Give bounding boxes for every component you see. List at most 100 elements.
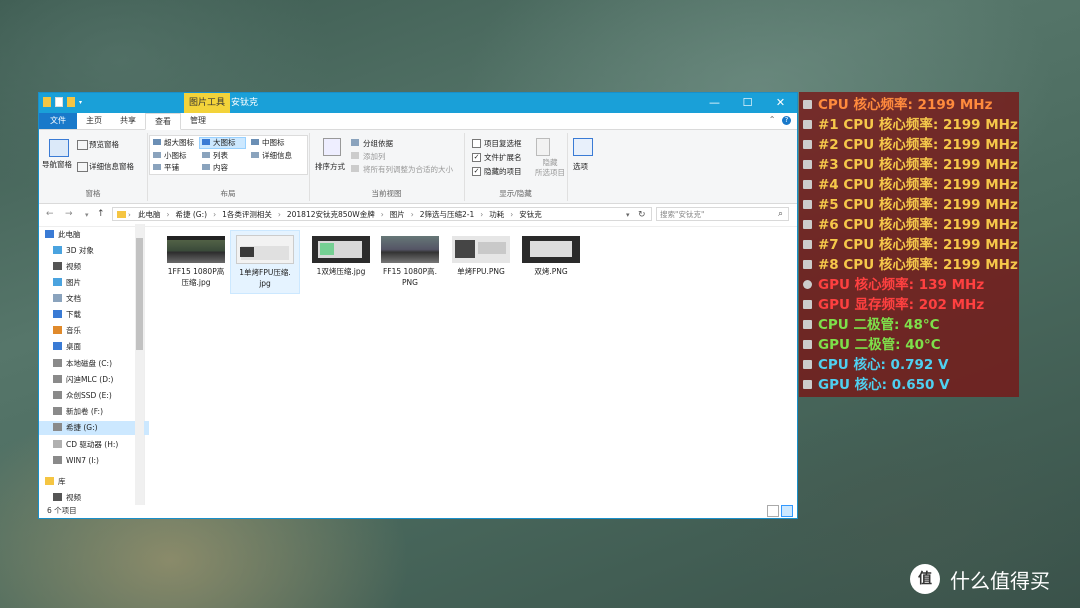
- image-thumbnail: [452, 236, 510, 263]
- sidebar-item[interactable]: 桌面: [39, 340, 149, 354]
- properties-icon[interactable]: [55, 97, 63, 107]
- sidebar-item-label: 桌面: [66, 342, 81, 351]
- sidebar-item[interactable]: 视频: [39, 260, 149, 274]
- sidebar-item[interactable]: 此电脑: [39, 228, 141, 242]
- hide-selected-button[interactable]: 隐藏 所选项目: [535, 158, 565, 178]
- file-item[interactable]: FF15 1080P高. PNG: [376, 232, 444, 288]
- chevron-up-icon[interactable]: ⌃: [769, 115, 776, 124]
- layout-gallery: 超大图标 大图标 中图标 小图标 列表 详细信息 平铺 内容: [149, 135, 308, 175]
- fit-columns-button[interactable]: 将所有列调整为合适的大小: [363, 164, 453, 175]
- group-by-button[interactable]: 分组依据: [363, 138, 393, 149]
- close-button[interactable]: ✕: [764, 93, 797, 113]
- status-bar: 6 个项目: [39, 503, 797, 518]
- forward-arrow-icon[interactable]: →: [65, 209, 73, 219]
- sidebar-item[interactable]: 闪迪MLC (D:): [39, 373, 149, 387]
- tab-home[interactable]: 主页: [77, 113, 111, 129]
- file-item[interactable]: 1双烤压缩.jpg: [307, 232, 375, 277]
- tab-file[interactable]: 文件: [39, 113, 77, 129]
- layout-tiles[interactable]: 平铺: [164, 162, 179, 173]
- crumb-filtered[interactable]: 2筛选与压缩2-1: [417, 208, 478, 222]
- sidebar-item[interactable]: CD 驱动器 (H:): [39, 438, 149, 452]
- sidebar-item[interactable]: 希捷 (G:): [39, 421, 149, 435]
- layout-extra-large-icons[interactable]: 超大图标: [164, 137, 194, 148]
- voltage-icon: [803, 380, 812, 389]
- current-view-group: 排序方式 分组依据 添加列 将所有列调整为合适的大小 当前视图: [309, 133, 465, 201]
- sidebar-item[interactable]: 图片: [39, 276, 149, 290]
- address-bar[interactable]: › 此电脑 › 希捷 (G:) › 1各类评测相关 › 201812安钛克850W金牌…: [112, 207, 652, 221]
- osd-text: GPU 核心: 0.650 V: [818, 377, 950, 393]
- crumb-pictures[interactable]: 图片: [387, 208, 408, 222]
- context-tab-picture-tools[interactable]: 图片工具: [184, 93, 231, 113]
- layout-details[interactable]: 详细信息: [262, 150, 292, 161]
- sidebar-item[interactable]: 本地磁盘 (C:): [39, 357, 149, 371]
- refresh-icon[interactable]: ↻: [638, 208, 646, 222]
- back-arrow-icon[interactable]: ←: [46, 209, 54, 219]
- tab-manage[interactable]: 管理: [181, 113, 215, 129]
- show-hide-group: 项目复选框 ✓ 文件扩展名 ✓ 隐藏的项目 隐藏 所选项目 显示/隐藏: [464, 133, 568, 201]
- search-input[interactable]: 搜索"安钛克" ⌕: [656, 207, 789, 221]
- preview-pane-button[interactable]: 预览窗格: [89, 139, 119, 150]
- item-checkbox-label: 项目复选框: [484, 139, 522, 148]
- add-column-button[interactable]: 添加列: [363, 151, 386, 162]
- chevron-right-icon: ›: [510, 210, 514, 219]
- sidebar-item[interactable]: 3D 对象: [39, 244, 149, 258]
- drive-icon: [53, 391, 62, 399]
- layout-small-icons[interactable]: 小图标: [164, 150, 187, 161]
- help-icon[interactable]: ?: [782, 116, 791, 125]
- crumb-reviews[interactable]: 1各类评测相关: [219, 208, 275, 222]
- watermark: 值 什么值得买: [910, 564, 1050, 594]
- maximize-button[interactable]: ☐: [731, 93, 764, 113]
- crumb-antec[interactable]: 安钛克: [516, 208, 545, 222]
- navigation-pane-button[interactable]: 导航窗格: [42, 159, 72, 170]
- small-icons-icon: [153, 152, 161, 158]
- details-pane-button[interactable]: 详细信息窗格: [89, 161, 134, 172]
- chevron-down-icon[interactable]: ▾: [79, 99, 85, 106]
- crumb-power[interactable]: 功耗: [486, 208, 507, 222]
- breadcrumb: 此电脑 › 希捷 (G:) › 1各类评测相关 › 201812安钛克850W金牌 › …: [135, 208, 545, 222]
- file-extension-toggle[interactable]: ✓: [472, 153, 481, 162]
- crumb-antec-850w[interactable]: 201812安钛克850W金牌: [284, 208, 378, 222]
- layout-medium-icons[interactable]: 中图标: [262, 137, 285, 148]
- address-dropdown-icon[interactable]: ▾: [626, 208, 630, 222]
- sort-by-button[interactable]: 排序方式: [315, 161, 345, 172]
- preview-pane-icon: [77, 140, 88, 150]
- hidden-items-toggle[interactable]: ✓: [472, 167, 481, 176]
- sidebar-item-label: 音乐: [66, 326, 81, 335]
- sidebar-item-label: 3D 对象: [66, 246, 94, 255]
- scrollbar-thumb[interactable]: [136, 238, 143, 350]
- group-by-icon: [351, 139, 359, 146]
- crumb-drive-g[interactable]: 希捷 (G:): [173, 208, 211, 222]
- tab-view[interactable]: 查看: [145, 113, 181, 130]
- new-folder-icon[interactable]: [67, 97, 75, 107]
- file-item-selected[interactable]: 1单烤FPU压缩. jpg: [230, 230, 300, 294]
- item-checkbox-toggle[interactable]: [472, 139, 481, 148]
- add-column-icon: [351, 152, 359, 159]
- folder-icon[interactable]: [43, 97, 51, 107]
- sidebar-item[interactable]: 音乐: [39, 324, 149, 338]
- sidebar-item[interactable]: 库: [39, 475, 141, 489]
- file-item[interactable]: 单烤FPU.PNG: [447, 232, 515, 277]
- nav-scrollbar[interactable]: [135, 224, 144, 505]
- large-icons-view-button[interactable]: [781, 505, 793, 517]
- file-explorer-window: ▾ 图片工具 安钛克 — ☐ ✕ 文件 主页 共享 查看 管理 ⌃ ? 导航窗格…: [38, 92, 798, 519]
- layout-content[interactable]: 内容: [213, 162, 228, 173]
- navigation-pane: 此电脑 3D 对象视频图片文档下载音乐桌面本地磁盘 (C:) 闪迪MLC (D:) 众…: [39, 224, 149, 505]
- crumb-this-pc[interactable]: 此电脑: [135, 208, 164, 222]
- sidebar-item[interactable]: 下载: [39, 308, 149, 322]
- details-view-button[interactable]: [767, 505, 779, 517]
- layout-large-icons[interactable]: 大图标: [213, 137, 236, 148]
- file-name: 单烤FPU.PNG: [457, 267, 505, 276]
- recent-locations-chevron-icon[interactable]: ▾: [85, 211, 89, 219]
- sidebar-item[interactable]: 众创SSD (E:): [39, 389, 149, 403]
- sidebar-item[interactable]: WIN7 (I:): [39, 454, 149, 468]
- file-item[interactable]: 双烤.PNG: [517, 232, 585, 277]
- sidebar-item[interactable]: 新加卷 (F:): [39, 405, 149, 419]
- sidebar-item[interactable]: 文档: [39, 292, 149, 306]
- options-button[interactable]: 选项: [573, 161, 588, 172]
- up-arrow-icon[interactable]: ↑: [97, 209, 105, 219]
- tab-share[interactable]: 共享: [111, 113, 145, 129]
- file-item[interactable]: 1FF15 1080P高 压缩.jpg: [162, 232, 230, 288]
- chevron-right-icon: ›: [480, 210, 484, 219]
- layout-list[interactable]: 列表: [213, 150, 228, 161]
- minimize-button[interactable]: —: [698, 93, 731, 113]
